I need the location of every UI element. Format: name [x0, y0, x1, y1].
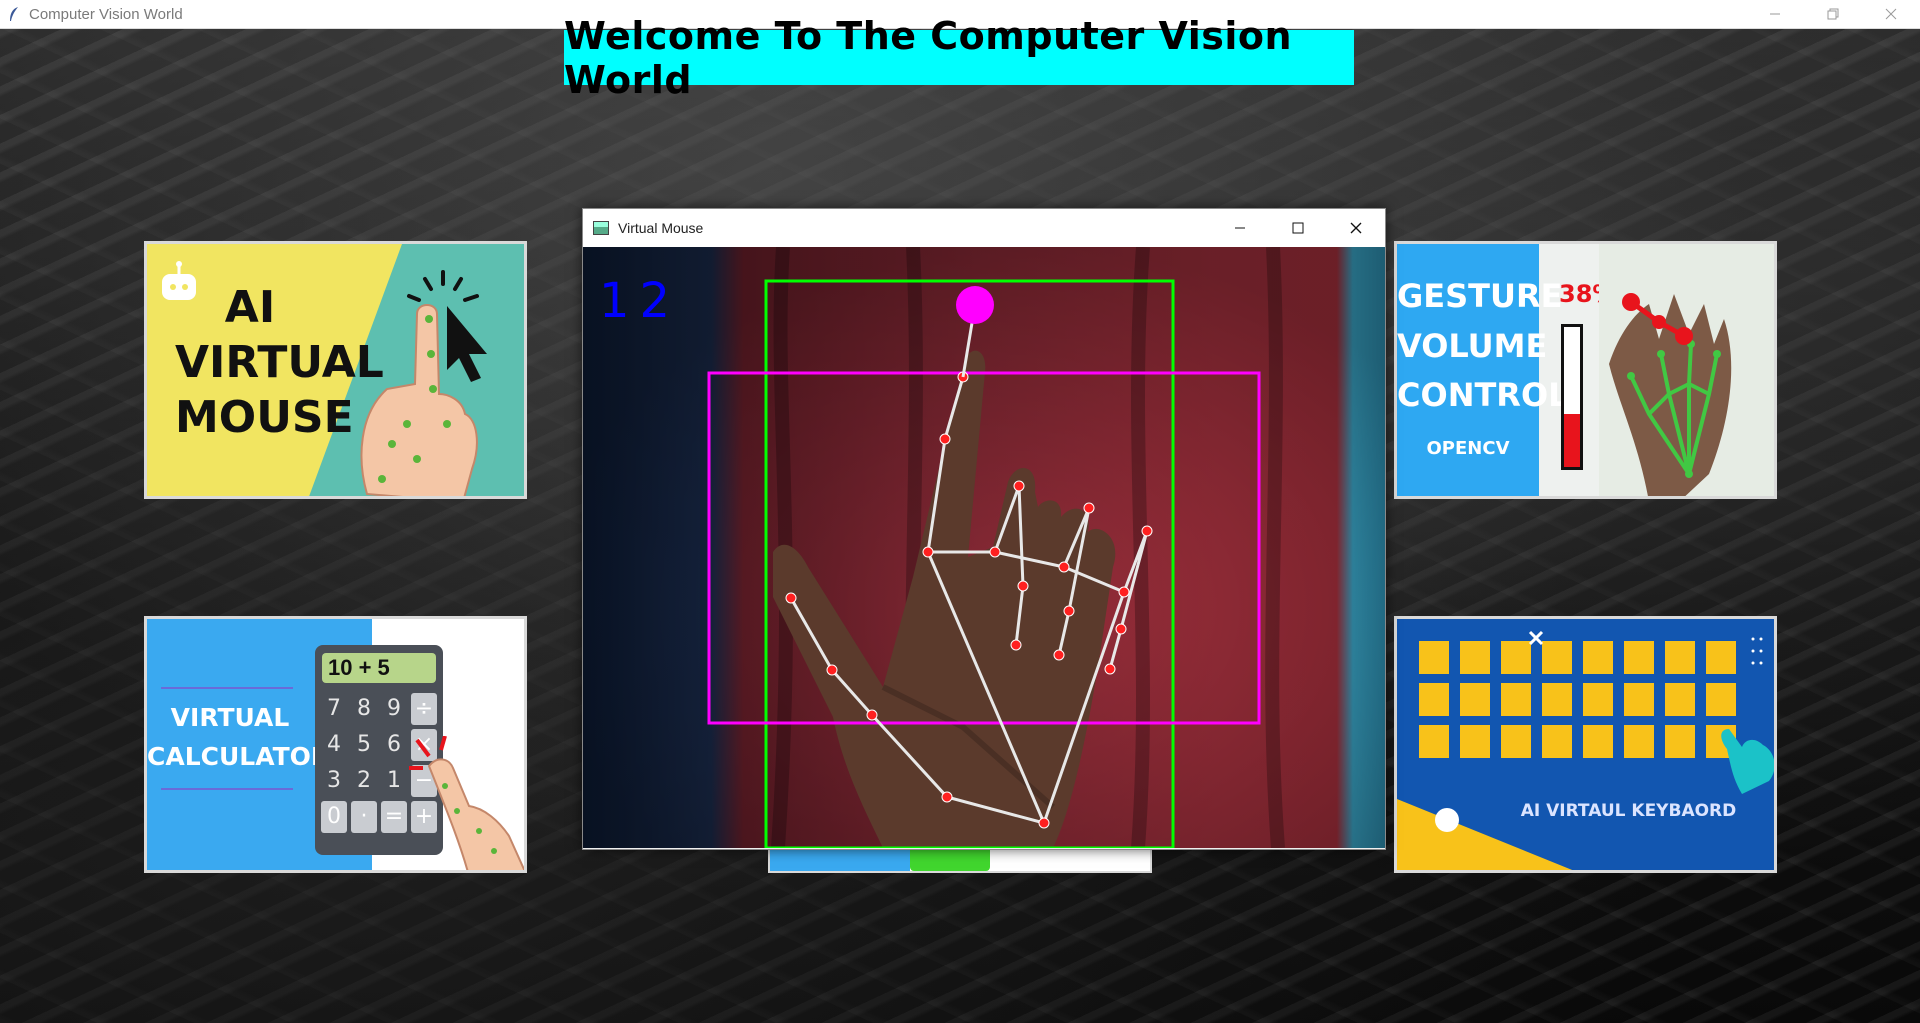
keyboard-tile-art — [1397, 630, 1774, 870]
calc-key: 5 — [351, 729, 377, 761]
keyboard-key — [1501, 641, 1531, 674]
calc-key: 0 — [321, 801, 347, 833]
keyboard-key — [1419, 683, 1449, 716]
keyboard-key — [1706, 641, 1736, 674]
keyboard-key — [1665, 641, 1695, 674]
page-title: Welcome To The Computer Vision World — [564, 14, 1354, 102]
keyboard-key — [1624, 641, 1654, 674]
webcam-frame: 12 — [583, 247, 1385, 848]
gesture-tile-line-2: VOLUME — [1397, 326, 1548, 365]
calc-tile-title: VIRTUAL CALCULATOR — [147, 699, 331, 777]
keyboard-key — [1501, 683, 1531, 716]
restore-button[interactable] — [1804, 0, 1862, 28]
keyboard-key — [1583, 683, 1613, 716]
vm-minimize-button[interactable] — [1211, 209, 1269, 247]
calc-divider-top — [161, 687, 293, 689]
calc-key: = — [381, 801, 407, 833]
minimize-button[interactable] — [1746, 0, 1804, 28]
close-button[interactable] — [1862, 0, 1920, 28]
vm-maximize-button[interactable] — [1269, 209, 1327, 247]
mouse-tile-line-3: MOUSE — [175, 391, 354, 443]
virtual-mouse-window[interactable]: Virtual Mouse 12 — [582, 208, 1386, 850]
gesture-tile-title: GESTURE VOLUME CONTROL — [1397, 272, 1569, 421]
mouse-tile-line-1: AI — [224, 282, 276, 333]
calc-hand-art — [409, 736, 524, 870]
calc-key: 7 — [321, 693, 347, 725]
keyboard-key — [1460, 683, 1490, 716]
keyboard-key — [1665, 683, 1695, 716]
minimize-icon — [1235, 227, 1245, 229]
close-icon — [1350, 222, 1362, 234]
webcam-feed[interactable]: 12 — [583, 247, 1385, 848]
calc-key: 9 — [381, 693, 407, 725]
app-title: Computer Vision World — [29, 5, 183, 23]
keyboard-key — [1583, 641, 1613, 674]
close-icon — [1885, 8, 1897, 20]
virtual-calculator-tile[interactable]: VIRTUAL CALCULATOR 10 + 5 7 8 9 ÷ 4 5 6 × 3 2 1−0 ·… — [144, 616, 527, 873]
calc-key: 2 — [351, 765, 377, 797]
calc-display: 10 + 5 — [322, 653, 436, 683]
ai-virtual-keyboard-tile[interactable]: AI VIRTAUL KEYBAORD — [1394, 616, 1777, 873]
x-mark-icon — [1528, 630, 1544, 646]
keyboard-tile-caption: AI VIRTAUL KEYBAORD — [1520, 801, 1737, 821]
gesture-tile-subtitle: OPENCV — [1426, 438, 1510, 459]
keyboard-key — [1542, 683, 1572, 716]
keyboard-key — [1460, 641, 1490, 674]
keyboard-key — [1624, 725, 1654, 758]
calc-key: 4 — [321, 729, 347, 761]
gesture-tile-line-3: CONTROL — [1397, 376, 1569, 415]
mouse-tile-title: AI VIRTUAL MOUSE — [175, 282, 384, 443]
minimize-icon — [1770, 13, 1780, 15]
feather-icon — [5, 5, 23, 23]
keyboard-key — [1665, 725, 1695, 758]
fps-counter: 12 — [599, 273, 680, 329]
calc-divider-bottom — [161, 788, 293, 790]
keyboard-key — [1419, 725, 1449, 758]
gesture-volume-control-tile[interactable]: GESTURE VOLUME CONTROL OPENCV 38% — [1394, 241, 1777, 499]
keyboard-key — [1501, 725, 1531, 758]
keyboard-key — [1706, 683, 1736, 716]
calc-key: 6 — [381, 729, 407, 761]
restore-icon — [1827, 8, 1839, 20]
keyboard-key — [1542, 641, 1572, 674]
keyboard-key — [1419, 641, 1449, 674]
keyboard-key — [1542, 725, 1572, 758]
gesture-hand-art — [1599, 244, 1774, 496]
calc-tile-line-2: CALCULATOR — [147, 741, 331, 771]
virtual-mouse-titlebar[interactable]: Virtual Mouse — [583, 209, 1385, 247]
calc-key: ÷ — [411, 693, 437, 725]
calc-key: 1 — [381, 765, 407, 797]
calc-key: 3 — [321, 765, 347, 797]
cursor-indicator — [956, 286, 994, 324]
gesture-tile-line-1: GESTURE — [1397, 277, 1563, 315]
keyboard-key — [1460, 725, 1490, 758]
calc-tile-line-1: VIRTUAL — [170, 703, 290, 732]
window-app-icon — [593, 221, 609, 235]
calc-key: · — [351, 801, 377, 833]
vm-close-button[interactable] — [1327, 209, 1385, 247]
mouse-tile-line-2: VIRTUAL — [175, 336, 384, 388]
ai-virtual-mouse-tile[interactable]: AI VIRTUAL MOUSE — [144, 241, 527, 499]
keyboard-key — [1624, 683, 1654, 716]
virtual-mouse-title: Virtual Mouse — [618, 220, 704, 236]
maximize-icon — [1292, 222, 1304, 234]
keyboard-key — [1583, 725, 1613, 758]
calc-key: 8 — [351, 693, 377, 725]
